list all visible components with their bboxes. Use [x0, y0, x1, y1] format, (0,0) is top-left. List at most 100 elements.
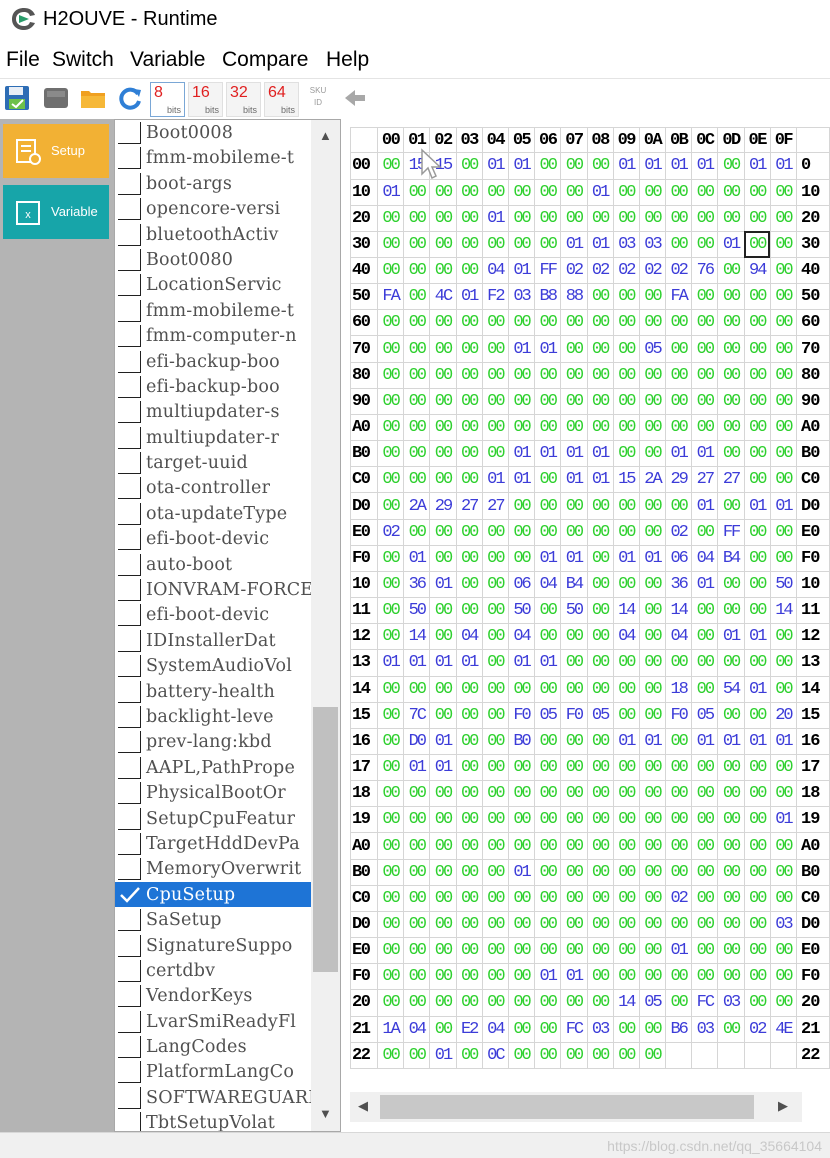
hex-byte-cell[interactable]: 00 — [665, 832, 693, 860]
hex-byte-cell[interactable]: 00 — [534, 466, 562, 494]
hex-byte-cell[interactable]: 01 — [560, 544, 588, 572]
hex-byte-cell[interactable]: 00 — [429, 963, 457, 991]
save-icon[interactable] — [4, 85, 30, 111]
hex-byte-cell[interactable]: 00 — [691, 204, 719, 232]
variable-list-item[interactable]: SaSetup — [115, 907, 311, 932]
hex-byte-cell[interactable]: 00 — [612, 204, 640, 232]
hex-byte-cell[interactable]: 00 — [612, 492, 640, 520]
hex-byte-cell[interactable]: 00 — [560, 675, 588, 703]
hex-byte-cell[interactable]: 00 — [769, 858, 798, 886]
hex-byte-cell[interactable]: 00 — [376, 597, 405, 625]
variable-checkbox[interactable] — [118, 909, 141, 932]
hex-byte-cell[interactable]: 00 — [429, 884, 457, 912]
variable-checkbox[interactable] — [118, 680, 141, 703]
hex-byte-cell[interactable]: 00 — [376, 753, 405, 782]
variable-checkbox[interactable] — [118, 553, 141, 576]
hex-byte-cell[interactable]: 00 — [376, 204, 405, 232]
hex-byte-cell[interactable]: 00 — [769, 309, 798, 337]
variable-checkbox[interactable] — [118, 528, 141, 551]
hex-byte-cell[interactable] — [665, 1041, 693, 1070]
hex-byte-cell[interactable]: 00 — [638, 884, 667, 912]
hex-byte-cell[interactable]: 00 — [507, 518, 536, 546]
hex-byte-cell[interactable]: 01 — [691, 440, 719, 468]
hex-byte-cell[interactable]: 00 — [507, 361, 536, 389]
hex-byte-cell[interactable]: 02 — [638, 257, 667, 285]
hex-byte-cell[interactable]: 00 — [717, 152, 745, 180]
hex-byte-cell[interactable]: 00 — [560, 727, 588, 755]
hex-byte-cell[interactable]: 00 — [481, 858, 509, 886]
hex-byte-cell[interactable]: 36 — [403, 570, 431, 599]
hex-byte-cell[interactable]: 00 — [691, 780, 719, 808]
menu-help[interactable]: Help — [326, 47, 369, 73]
variable-checkbox[interactable] — [118, 375, 141, 398]
hex-byte-cell[interactable]: 00 — [376, 832, 405, 860]
variable-checkbox[interactable] — [118, 147, 141, 170]
hex-byte-cell[interactable]: 00 — [743, 544, 771, 572]
variable-list-item[interactable]: prev-lang:kbd — [115, 729, 311, 754]
hex-byte-cell[interactable]: 4C — [429, 283, 457, 311]
hex-byte-cell[interactable]: 00 — [638, 753, 667, 782]
hex-byte-cell[interactable]: 01 — [481, 152, 509, 180]
hex-byte-cell[interactable]: 00 — [586, 309, 614, 337]
hex-byte-cell[interactable]: 01 — [717, 623, 745, 651]
hex-byte-cell[interactable]: 14 — [403, 623, 431, 651]
hex-byte-cell[interactable]: 00 — [769, 623, 798, 651]
hex-byte-cell[interactable]: 00 — [612, 283, 640, 311]
bits-64-button[interactable]: 64 bits — [264, 82, 299, 117]
hex-byte-cell[interactable]: 01 — [638, 152, 667, 180]
hex-byte-cell[interactable]: 00 — [534, 309, 562, 337]
hex-byte-cell[interactable]: 00 — [717, 178, 745, 206]
variable-list-item[interactable]: CpuSetup — [115, 881, 311, 908]
variable-checkbox[interactable] — [118, 756, 141, 779]
hex-byte-cell[interactable]: 03 — [507, 283, 536, 311]
hex-byte-cell[interactable]: 00 — [769, 518, 798, 546]
hex-byte-cell[interactable]: 00 — [376, 675, 405, 703]
hex-byte-cell[interactable]: 00 — [481, 230, 509, 259]
hex-byte-cell[interactable]: 05 — [638, 335, 667, 363]
hex-byte-cell[interactable]: 00 — [769, 780, 798, 808]
hex-byte-cell[interactable]: 00 — [665, 649, 693, 677]
hex-byte-cell[interactable]: 00 — [429, 440, 457, 468]
hex-byte-cell[interactable]: B0 — [507, 727, 536, 755]
hex-byte-cell[interactable]: 04 — [612, 623, 640, 651]
hex-byte-cell[interactable]: 00 — [534, 884, 562, 912]
variable-list-item[interactable]: AAPL,PathPrope — [115, 755, 311, 780]
hex-byte-cell[interactable]: 00 — [691, 597, 719, 625]
hex-byte-cell[interactable]: 00 — [769, 544, 798, 572]
hex-byte-cell[interactable]: 00 — [665, 910, 693, 939]
hex-byte-cell[interactable]: 00 — [534, 361, 562, 389]
hex-byte-cell[interactable]: 00 — [717, 1015, 745, 1043]
hex-byte-cell[interactable]: 00 — [612, 780, 640, 808]
hex-byte-cell[interactable]: 00 — [638, 361, 667, 389]
hex-byte-cell[interactable]: 00 — [534, 1015, 562, 1043]
hex-byte-cell[interactable]: 00 — [429, 832, 457, 860]
hex-byte-cell[interactable]: 00 — [717, 570, 745, 599]
hex-byte-cell[interactable]: 00 — [376, 335, 405, 363]
hex-byte-cell[interactable]: 00 — [429, 413, 457, 442]
hex-byte-cell[interactable]: 01 — [429, 570, 457, 599]
hex-byte-cell[interactable]: 01 — [403, 544, 431, 572]
hex-byte-cell[interactable]: 01 — [638, 727, 667, 755]
variable-checkbox[interactable] — [118, 350, 141, 373]
hex-byte-cell[interactable]: 18 — [665, 675, 693, 703]
variable-list-item[interactable]: ota-controller — [115, 475, 311, 500]
hex-byte-cell[interactable]: 01 — [376, 178, 405, 206]
hex-byte-cell[interactable]: 00 — [403, 283, 431, 311]
hex-byte-cell[interactable]: 14 — [612, 597, 640, 625]
hex-byte-cell[interactable]: 00 — [769, 387, 798, 415]
hex-byte-cell[interactable]: 00 — [691, 910, 719, 939]
hex-byte-cell[interactable]: 00 — [586, 623, 614, 651]
variable-list-item[interactable]: backlight-leve — [115, 704, 311, 729]
hex-byte-cell[interactable]: 00 — [717, 832, 745, 860]
menu-file[interactable]: File — [6, 47, 40, 73]
hex-byte-cell[interactable]: 00 — [534, 989, 562, 1017]
hex-byte-cell[interactable]: 27 — [691, 466, 719, 494]
hex-byte-cell[interactable]: 14 — [665, 597, 693, 625]
hex-byte-cell[interactable]: 00 — [638, 675, 667, 703]
variable-list-item[interactable]: fmm-mobileme-t — [115, 145, 311, 170]
menu-variable[interactable]: Variable — [130, 47, 206, 73]
hex-byte-cell[interactable]: 00 — [743, 570, 771, 599]
hex-byte-cell[interactable]: 00 — [455, 440, 483, 468]
variable-list-item[interactable]: SystemAudioVol — [115, 653, 311, 678]
hex-byte-cell[interactable]: 50 — [507, 597, 536, 625]
